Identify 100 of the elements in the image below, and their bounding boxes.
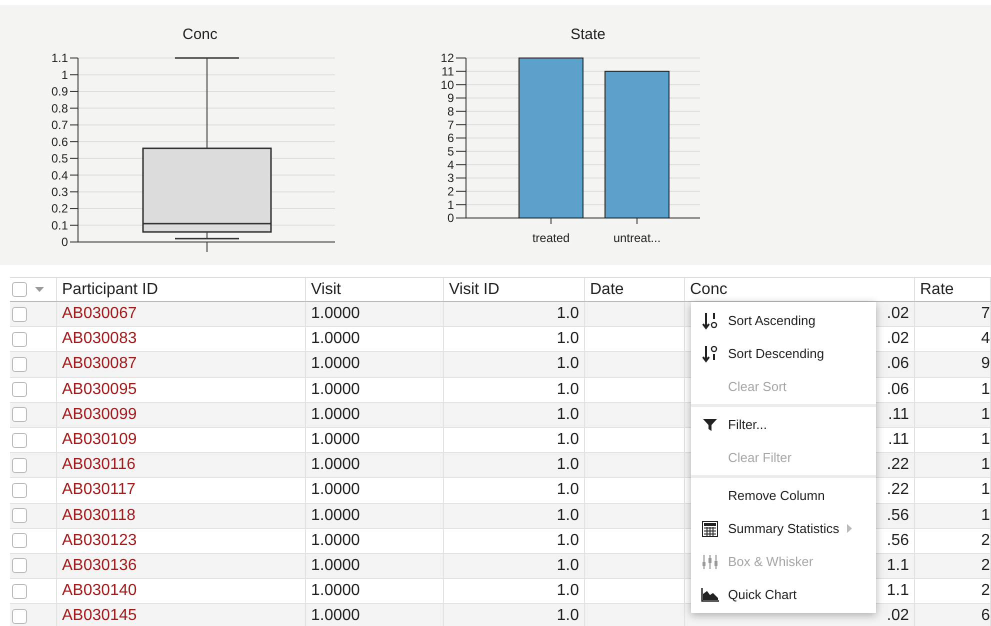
participant-link[interactable]: AB030136 [62,556,137,575]
participant-link[interactable]: AB030083 [62,330,137,348]
menu-item[interactable]: Sort Ascending [691,304,876,337]
participant-link[interactable]: AB030099 [62,406,137,424]
axis-tick-label: 1.1 [51,51,68,66]
table-cell: 1.0000 [311,406,360,424]
row-checkbox[interactable] [12,382,27,398]
participant-link[interactable]: AB030117 [62,481,136,500]
table-cell: 4 [981,330,990,348]
menu-item-label: Quick Chart [728,587,797,602]
axis-tick-label: 3 [447,171,454,186]
axis-tick [550,218,552,224]
select-all-checkbox[interactable] [12,282,27,297]
axis-tick-label: 1 [447,198,454,212]
table-cell: 1.0 [556,380,579,399]
table-cell: .22 [886,481,909,500]
menu-item-label: Remove Column [728,488,825,503]
row-checkbox[interactable] [12,356,27,372]
axis-tick-label: 0.4 [51,168,68,182]
table-cell: 1.0000 [311,305,360,324]
table-cell: 1.0000 [311,506,360,525]
table-cell: 1.0000 [311,481,360,500]
menu-item-label: Sort Descending [728,346,824,361]
row-checkbox[interactable] [12,332,27,347]
axis-tick-label: 0.1 [51,218,68,232]
row-checkbox[interactable] [12,508,27,524]
axis-tick-label: 6 [447,131,454,146]
participant-link[interactable]: AB030095 [62,380,137,399]
participant-link[interactable]: AB030140 [62,582,137,600]
calculator-icon [702,520,718,536]
row-checkbox[interactable] [12,306,27,322]
table-cell: .02 [886,607,909,626]
axis-tick-label: 0 [61,235,68,250]
menu-item[interactable]: Sort Descending [691,337,876,370]
table-cell: 1.0000 [311,556,360,575]
axis-tick-label: 0.3 [51,185,68,199]
column-header[interactable]: Date [585,278,685,301]
axis-tick-label: 10 [440,78,454,92]
row-checkbox[interactable] [12,407,27,422]
axis-tick [636,218,638,224]
table-cell: 1.0 [556,330,579,348]
table-cell: 1.0 [556,355,579,374]
menu-item[interactable]: Quick Chart [691,578,876,611]
menu-item[interactable]: Remove Column [691,479,876,512]
table-cell: 1.0000 [311,380,360,399]
table-cell: 1.0000 [311,607,360,626]
caret-icon[interactable] [35,287,44,292]
table-cell: 1 [981,431,990,450]
row-checkbox[interactable] [12,608,27,624]
table-cell: 1.0 [556,506,579,525]
column-header[interactable]: Visit [306,278,444,301]
box-whisker-icon [702,554,718,570]
row-checkbox[interactable] [12,432,27,448]
axis-tick-label: 5 [447,144,454,158]
axis-tick-label: 1 [61,68,68,82]
category-label: treated [532,231,570,245]
table-cell: 2 [981,582,990,600]
column-header[interactable]: Rate [915,278,991,301]
participant-link[interactable]: AB030118 [62,506,136,525]
axis-tick-label: 0.6 [51,134,68,149]
chart-title: Conc [182,26,218,43]
table-cell: 1.0000 [311,456,360,474]
column-header[interactable]: Conc [685,278,915,301]
menu-item-label: Filter... [728,417,768,432]
axis-tick [206,242,208,252]
table-cell: 1 [981,506,990,525]
row-checkbox[interactable] [12,533,27,548]
table-cell: 1 [981,481,990,500]
menu-item[interactable]: Summary Statistics [691,512,876,545]
axis-tick-label: 0.8 [51,101,68,116]
participant-link[interactable]: AB030087 [62,355,137,374]
table-cell: 1.0 [556,532,579,550]
menu-item[interactable]: Filter... [691,408,876,441]
menu-item-label: Clear Sort [728,379,787,394]
axis-tick-label: 2 [447,184,454,198]
table-cell: 1.1 [886,582,909,600]
column-header[interactable]: Visit ID [444,278,585,301]
axis-tick-label: 4 [447,158,454,172]
participant-link[interactable]: AB030109 [62,431,137,450]
axis-tick-label: 11 [442,64,454,78]
participant-link[interactable]: AB030123 [62,532,137,550]
menu-item-label: Summary Statistics [728,521,840,536]
axis-tick-label: 9 [447,91,454,106]
table-cell: .06 [886,355,909,374]
row-checkbox[interactable] [12,458,27,473]
table-cell: .56 [886,506,909,525]
axis-tick-label: 0.2 [51,202,68,216]
column-header[interactable]: Participant ID [57,278,306,301]
row-checkbox[interactable] [12,482,27,498]
table-cell: 7 [981,305,990,324]
row-checkbox[interactable] [12,558,27,574]
menu-item-label: Box & Whisker [728,554,814,569]
table-cell: 2 [981,532,990,550]
sort-icon [702,344,718,362]
table-cell: .02 [886,330,909,348]
participant-link[interactable]: AB030145 [62,607,137,626]
participant-link[interactable]: AB030067 [62,305,137,324]
row-checkbox[interactable] [12,584,27,599]
axis-tick-label: 7 [447,118,454,132]
participant-link[interactable]: AB030116 [62,456,136,474]
